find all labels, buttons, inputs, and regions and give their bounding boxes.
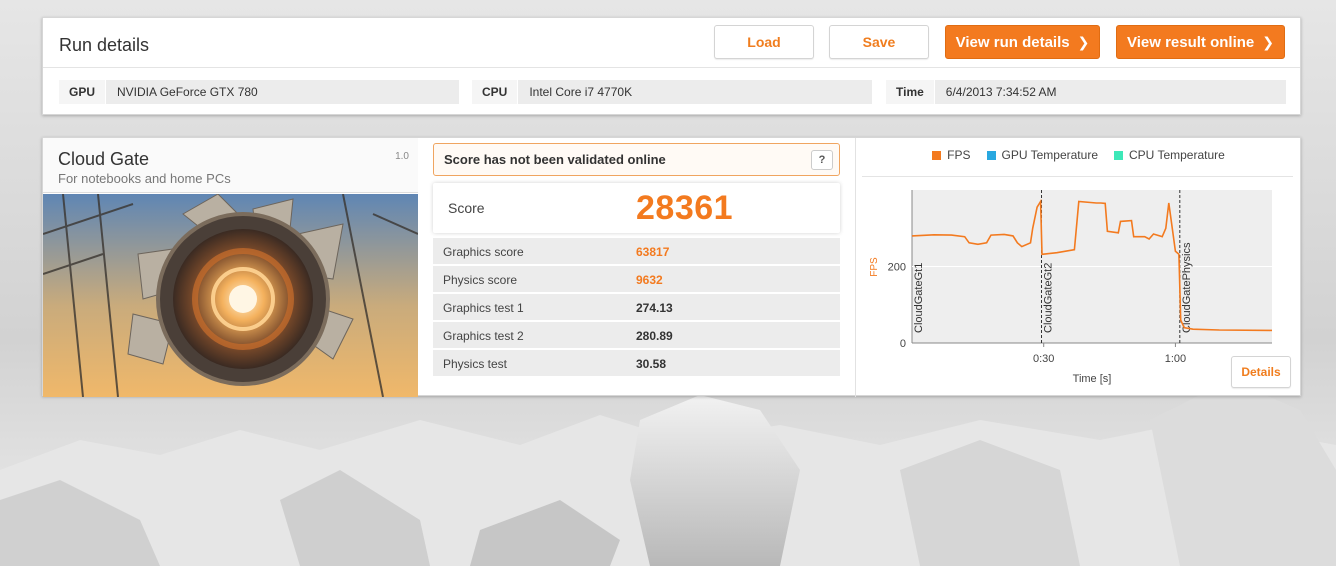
result-label: Physics test [443,357,508,371]
cpu-value: Intel Core i7 4770K [529,85,633,99]
result-row: Physics score 9632 [433,266,840,292]
cpu-field: CPU Intel Core i7 4770K [472,80,872,104]
view-run-details-label: View run details [955,33,1070,51]
result-label: Graphics test 1 [443,301,524,315]
result-value: 30.58 [636,357,667,371]
result-label: Graphics test 2 [443,329,524,343]
gpu-value: NVIDIA GeForce GTX 780 [117,85,258,99]
result-label: Graphics score [443,245,524,259]
result-value: 274.13 [636,301,673,315]
test-version: 1.0 [395,151,409,162]
test-subtitle: For notebooks and home PCs [58,171,231,186]
load-button[interactable]: Load [714,25,814,59]
test-marker-label: CloudGatePhysics [1181,242,1193,333]
divider [43,67,1300,68]
score-box: Score 28361 [433,183,840,233]
test-marker-label: CloudGateGt1 [913,263,925,333]
page-title: Run details [59,35,150,55]
run-details-panel: Run details Load Save View run details ❯… [42,17,1301,115]
view-run-details-button[interactable]: View run details ❯ [945,25,1100,59]
result-row: Physics test 30.58 [433,350,840,376]
y-axis-label: FPS [869,257,880,277]
time-label: Time [886,80,935,104]
result-value: 9632 [636,273,663,287]
result-panel: Cloud Gate For notebooks and home PCs 1.… [42,137,1301,397]
result-row: Graphics score 63817 [433,238,840,264]
result-value: 280.89 [636,329,673,343]
score-label: Score [448,200,485,216]
cpu-label: CPU [472,80,519,104]
result-row: Graphics test 2 280.89 [433,322,840,348]
score-value: 28361 [636,189,734,227]
save-button[interactable]: Save [829,25,929,59]
x-axis-label: Time [s] [1073,373,1112,385]
chevron-right-icon: ❯ [1077,33,1090,50]
result-list: Graphics score 63817 Physics score 9632 … [433,238,840,378]
chevron-right-icon: ❯ [1262,33,1274,50]
y-tick-label: 0 [900,338,906,350]
result-row: Graphics test 1 274.13 [433,294,840,320]
x-tick-label: 1:00 [1165,353,1186,365]
monitoring-chart: FPS GPU Temperature CPU Temperature FPS … [856,138,1301,397]
y-tick-label: 200 [888,262,906,274]
test-marker-label: CloudGateGt2 [1043,263,1055,333]
test-header: Cloud Gate For notebooks and home PCs 1.… [43,138,418,193]
result-value: 63817 [636,245,670,259]
x-tick-label: 0:30 [1033,353,1054,365]
validation-notice: Score has not been validated online ? [433,143,840,176]
view-result-online-button[interactable]: View result online ❯ [1116,25,1285,59]
result-label: Physics score [443,273,518,287]
help-button[interactable]: ? [811,150,833,170]
gpu-field: GPU NVIDIA GeForce GTX 780 [59,80,459,104]
time-field: Time 6/4/2013 7:34:52 AM [886,80,1286,104]
gpu-label: GPU [59,80,107,104]
test-artwork-image [43,194,418,397]
time-value: 6/4/2013 7:34:52 AM [945,85,1057,99]
test-name: Cloud Gate [58,149,150,169]
details-button[interactable]: Details [1231,356,1291,388]
view-result-online-label: View result online [1127,33,1255,51]
validation-message: Score has not been validated online [444,152,666,167]
